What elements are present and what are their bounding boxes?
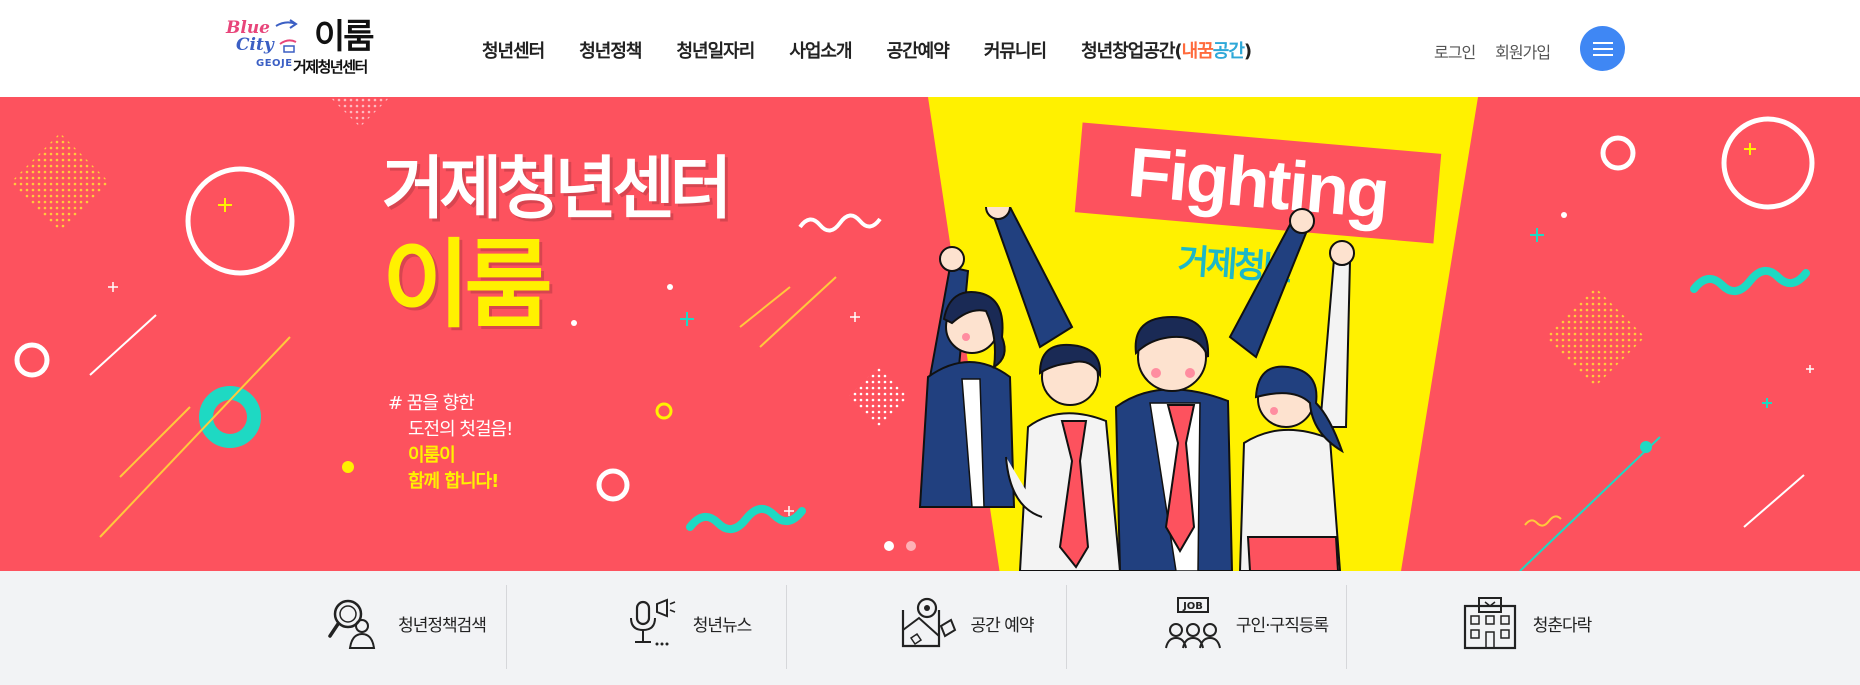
quick-item-youth-news[interactable]: 청년뉴스 (546, 581, 826, 665)
cheering-youth-illustration (918, 207, 1355, 571)
dot-pattern-shape (330, 97, 390, 127)
banner-copy: # 꿈을 향한 도전의 첫걸음! 이룸이 함께 합니다! (388, 391, 513, 495)
util-links: 로그인 회원가입 (1434, 39, 1551, 63)
quick-item-space-reservation[interactable]: 공간 예약 (826, 581, 1106, 665)
main-nav: 청년센터 청년정책 청년일자리 사업소개 공간예약 커뮤니티 청년창업공간(내꿈… (482, 37, 1286, 63)
ring-shape (1600, 135, 1636, 171)
nav-item-space-reservation[interactable]: 공간예약 (887, 37, 950, 63)
banner-subtitle: 이룸 (382, 229, 553, 341)
slider-dot-1[interactable] (884, 541, 894, 551)
quick-item-policy-search[interactable]: 청년정책검색 (266, 581, 546, 665)
signup-link[interactable]: 회원가입 (1495, 39, 1551, 63)
quick-menu: 청년정책검색 청년뉴스 공간 예약 JOB 구인·구직등록 청춘다락 (0, 571, 1860, 685)
nav-item-youth-policy[interactable]: 청년정책 (579, 37, 642, 63)
logo-swoosh-icon (275, 19, 298, 53)
quick-label-space-reservation: 공간 예약 (970, 615, 1035, 636)
policy-search-icon (328, 599, 376, 649)
nav-item-youth-jobs[interactable]: 청년일자리 (677, 37, 756, 63)
slider-pagination (884, 541, 916, 551)
quick-item-job-registration[interactable]: JOB 구인·구직등록 (1106, 581, 1386, 665)
dot-pattern-shape (848, 367, 908, 427)
ring-shape (1721, 116, 1815, 210)
hamburger-icon (1592, 41, 1613, 44)
logo-subtitle: 거제청년센터 (293, 58, 368, 76)
site-logo[interactable]: Blue City GEOJE 이룸 거제청년센터 (226, 18, 396, 76)
main-banner: 거제청년센터 이룸 # 꿈을 향한 도전의 첫걸음! 이룸이 함께 합니다! F… (0, 97, 1860, 571)
nav-startup-hl2: 공간 (1212, 41, 1245, 62)
hamburger-icon (1592, 53, 1613, 56)
banner-title: 거제청년센터 (382, 150, 732, 229)
logo-city-text: City (236, 35, 274, 55)
building-icon (1463, 597, 1516, 650)
site-header: Blue City GEOJE 이룸 거제청년센터 청년센터 청년정책 청년일자… (0, 0, 1860, 97)
dot-pattern-shape (10, 133, 110, 233)
slider-dot-2[interactable] (906, 541, 916, 551)
nav-startup-hl1: 내꿈 (1181, 41, 1214, 62)
job-people-icon: JOB (1164, 597, 1221, 649)
quick-divider (506, 585, 507, 669)
hamburger-menu-button[interactable] (1580, 26, 1625, 71)
nav-startup-prefix: 청년창업공간( (1081, 41, 1183, 62)
banner-copy-line: 이룸이 (408, 445, 456, 466)
nav-item-startup-space[interactable]: 청년창업공간(내꿈공간) (1081, 37, 1252, 63)
nav-item-business[interactable]: 사업소개 (789, 37, 852, 63)
quick-label-youth-attic: 청춘다락 (1532, 615, 1593, 636)
quick-divider (1066, 585, 1067, 669)
nav-startup-suffix: ) (1243, 41, 1252, 62)
banner-copy-line: 함께 합니다! (408, 471, 499, 492)
quick-label-youth-news: 청년뉴스 (692, 615, 753, 636)
ring-shape (185, 166, 295, 276)
quick-label-job-registration: 구인·구직등록 (1235, 615, 1329, 636)
quick-divider (786, 585, 787, 669)
dot-shape (342, 461, 354, 473)
ring-shape (596, 468, 630, 502)
banner-copy-line: 도전의 첫걸음! (408, 419, 513, 440)
map-reservation-icon (901, 597, 956, 648)
ring-shape (655, 402, 673, 420)
quick-label-policy-search: 청년정책검색 (398, 615, 487, 636)
dot-pattern-shape (1545, 287, 1645, 387)
logo-name: 이룸 (314, 17, 375, 57)
svg-text:JOB: JOB (1182, 601, 1203, 612)
ring-shape (14, 342, 50, 378)
microphone-news-icon (629, 598, 675, 646)
login-link[interactable]: 로그인 (1434, 39, 1476, 63)
hamburger-icon (1592, 47, 1613, 50)
nav-item-community[interactable]: 커뮤니티 (984, 37, 1047, 63)
nav-item-youth-center[interactable]: 청년센터 (482, 37, 545, 63)
logo-geoje-text: GEOJE (256, 58, 293, 69)
quick-item-youth-attic[interactable]: 청춘다락 (1386, 581, 1666, 665)
banner-copy-line: # 꿈을 향한 (388, 393, 475, 414)
quick-divider (1346, 585, 1347, 669)
